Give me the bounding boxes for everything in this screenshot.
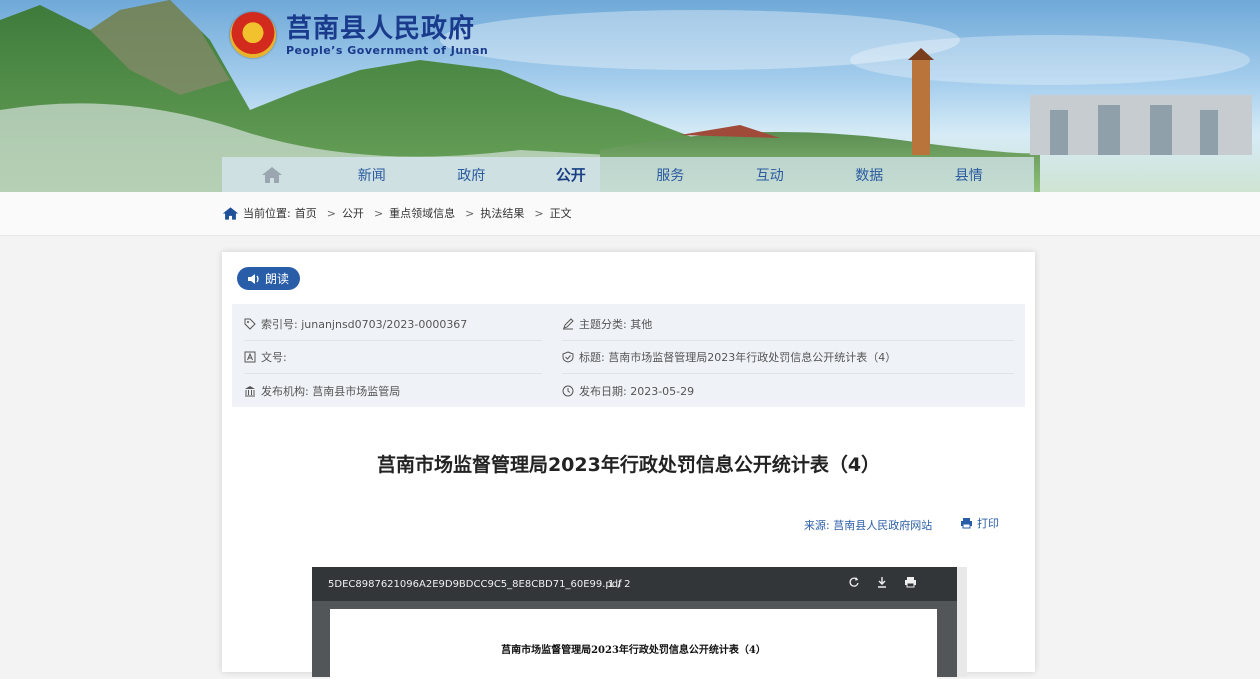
article-card: 朗读 索引号: junanjnsd0703/2023-0000367 文号: 发… [222,252,1035,679]
nav-news[interactable]: 新闻 [322,165,422,185]
read-aloud-button[interactable]: 朗读 [237,267,301,290]
nav-home[interactable] [222,166,322,184]
nav-interaction[interactable]: 互动 [720,165,820,185]
site-logo[interactable]: 莒南县人民政府 People’s Government of Junan [230,12,488,58]
nav-government[interactable]: 政府 [422,165,522,185]
site-title-en: People’s Government of Junan [286,43,489,57]
nav-service[interactable]: 服务 [621,165,721,185]
rotate-icon[interactable] [848,576,860,591]
breadcrumb-separator: > [326,206,336,220]
pdf-scrollbar[interactable] [957,567,967,677]
article-source: 来源: 莒南县人民政府网站 [804,519,933,532]
pencil-icon [563,318,574,330]
breadcrumb-separator: > [534,206,544,220]
site-title-cn: 莒南县人民政府 [286,13,476,44]
meta-category: 主题分类: 其他 [562,308,1014,341]
breadcrumb-open[interactable]: 公开 [342,205,364,221]
nav-open[interactable]: 公开 [521,164,621,185]
breadcrumb-bar: 当前位置: 首页 > 公开 > 重点领域信息 > 执法结果 > 正文 [0,192,1260,236]
breadcrumb-enforcement[interactable]: 执法结果 [480,205,524,221]
speaker-icon [248,273,259,284]
breadcrumb-separator: > [465,206,475,220]
clock-icon [562,385,574,396]
breadcrumb-home[interactable]: 首页 [295,205,317,221]
pdf-viewer[interactable]: 5DEC8987621096A2E9D9BDCC9C5_8E8CBD71_60E… [312,567,967,679]
nav-data[interactable]: 数据 [820,165,920,185]
home-icon [222,206,239,220]
read-aloud-label: 朗读 [265,272,290,286]
download-icon[interactable] [876,576,888,591]
home-icon [262,166,282,183]
meta-publish-date: 发布日期: 2023-05-29 [562,374,1014,407]
meta-index-no: 索引号: junanjnsd0703/2023-0000367 [244,308,542,341]
breadcrumb-separator: > [373,206,384,220]
article-title: 莒南市场监督管理局2023年行政处罚信息公开统计表（4） [376,454,881,476]
pdf-print-icon[interactable] [904,576,917,591]
pdf-file-name: 5DEC8987621096A2E9D9BDCC9C5_8E8CBD71_60E… [328,578,622,590]
tag-icon [244,318,256,330]
meta-subject: 标题: 莒南市场监督管理局2023年行政处罚信息公开统计表（4） [562,341,1014,374]
main-nav: 新闻 政府 公开 服务 互动 数据 县情 [222,157,1034,192]
institution-icon [245,385,255,396]
pdf-toolbar: 5DEC8987621096A2E9D9BDCC9C5_8E8CBD71_60E… [312,567,957,601]
metadata-panel: 索引号: junanjnsd0703/2023-0000367 文号: 发布机构… [232,304,1025,407]
breadcrumb-current: 正文 [549,207,572,220]
print-button[interactable]: 打印 [960,515,999,531]
document-icon [244,351,256,363]
header-banner: 莒南县人民政府 People’s Government of Junan 新闻 … [0,0,1260,192]
printer-icon [961,518,972,529]
pdf-page-title: 莒南市场监督管理局2023年行政处罚信息公开统计表（4） [501,645,766,656]
pdf-page: 莒南市场监督管理局2023年行政处罚信息公开统计表（4） [330,609,937,679]
nav-county-info[interactable]: 县情 [919,165,1019,185]
pdf-page-indicator: 1 / 2 [608,578,631,590]
breadcrumb-key-areas[interactable]: 重点领域信息 [389,205,455,221]
shield-check-icon [562,351,574,363]
meta-publisher: 发布机构: 莒南县市场监管局 [244,374,542,407]
national-emblem-icon [230,12,276,58]
meta-doc-no: 文号: [244,341,542,374]
print-label: 打印 [977,517,999,530]
breadcrumb-label: 当前位置: [243,207,291,220]
breadcrumb: 当前位置: 首页 > 公开 > 重点领域信息 > 执法结果 > 正文 [222,205,576,221]
